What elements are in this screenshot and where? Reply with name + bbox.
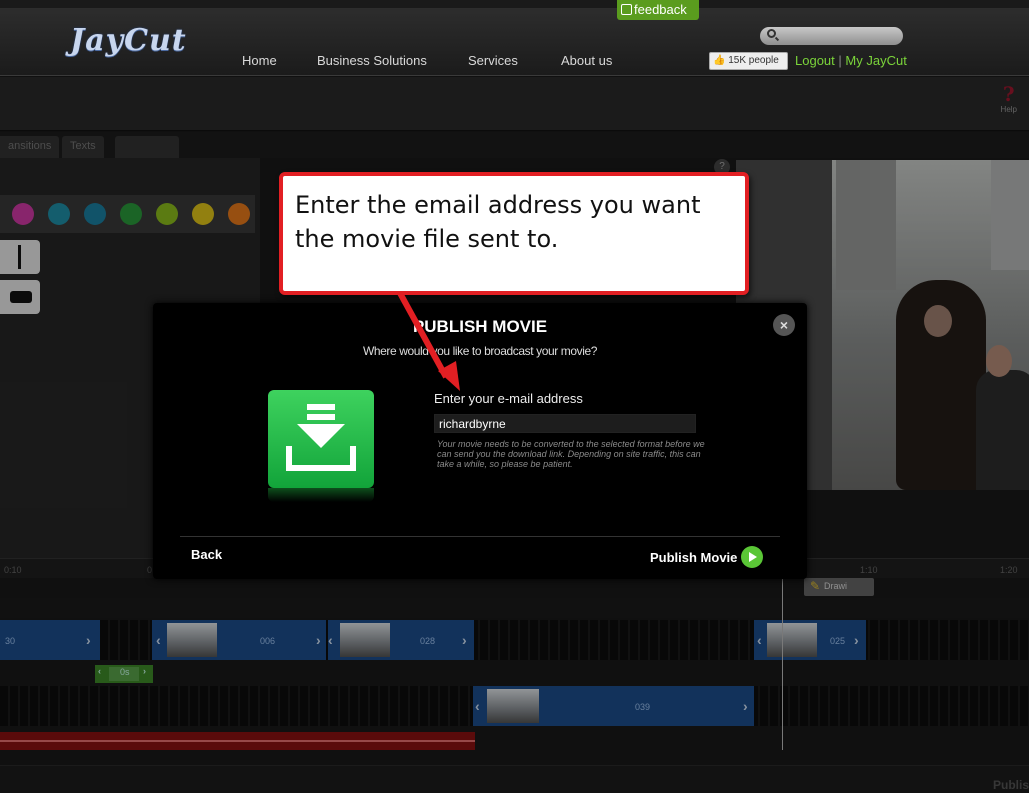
annotation-callout: Enter the email address you want the mov… xyxy=(279,172,749,295)
callout-arrow-icon xyxy=(397,293,460,391)
divider xyxy=(180,536,780,537)
search-input[interactable] xyxy=(760,27,903,45)
publish-movie-label: Publish Movie xyxy=(650,550,738,565)
thumbs-up-icon: 👍 xyxy=(713,55,726,66)
conversion-note: Your movie needs to be converted to the … xyxy=(437,439,705,469)
logout-link[interactable]: Logout xyxy=(795,53,835,68)
my-jaycut-link[interactable]: My JayCut xyxy=(845,53,906,68)
feedback-label: feedback xyxy=(634,2,687,17)
user-links: Logout | My JayCut xyxy=(795,53,907,68)
email-label: Enter your e-mail address xyxy=(434,391,583,406)
jaycut-logo[interactable]: JayCut xyxy=(70,23,187,58)
nav-home[interactable]: Home xyxy=(242,53,277,68)
publish-movie-button[interactable]: Publish Movie xyxy=(650,546,764,568)
dialog-title: PUBLISH MOVIE xyxy=(412,317,548,336)
email-field[interactable] xyxy=(434,414,696,433)
feedback-button[interactable]: feedback xyxy=(617,0,699,20)
publish-movie-dialog: × PUBLISH MOVIE Where would you like to … xyxy=(153,303,807,579)
nav-services[interactable]: Services xyxy=(468,53,518,68)
back-button[interactable]: Back xyxy=(191,547,222,562)
icon-reflection xyxy=(268,488,374,502)
nav-about-us[interactable]: About us xyxy=(561,53,612,68)
search-icon xyxy=(767,29,776,38)
dialog-subtitle: Where would you like to broadcast your m… xyxy=(362,344,598,358)
like-count: 15K people xyxy=(728,55,779,66)
nav-business-solutions[interactable]: Business Solutions xyxy=(317,53,427,68)
play-icon xyxy=(741,546,764,568)
download-icon[interactable] xyxy=(268,390,374,488)
feedback-icon xyxy=(621,4,632,15)
separator: | xyxy=(838,53,842,68)
callout-text: Enter the email address you want the mov… xyxy=(295,191,701,253)
like-button[interactable]: 👍 15K people xyxy=(709,52,788,70)
top-header: JayCut Home Business Solutions Services … xyxy=(0,8,1029,76)
